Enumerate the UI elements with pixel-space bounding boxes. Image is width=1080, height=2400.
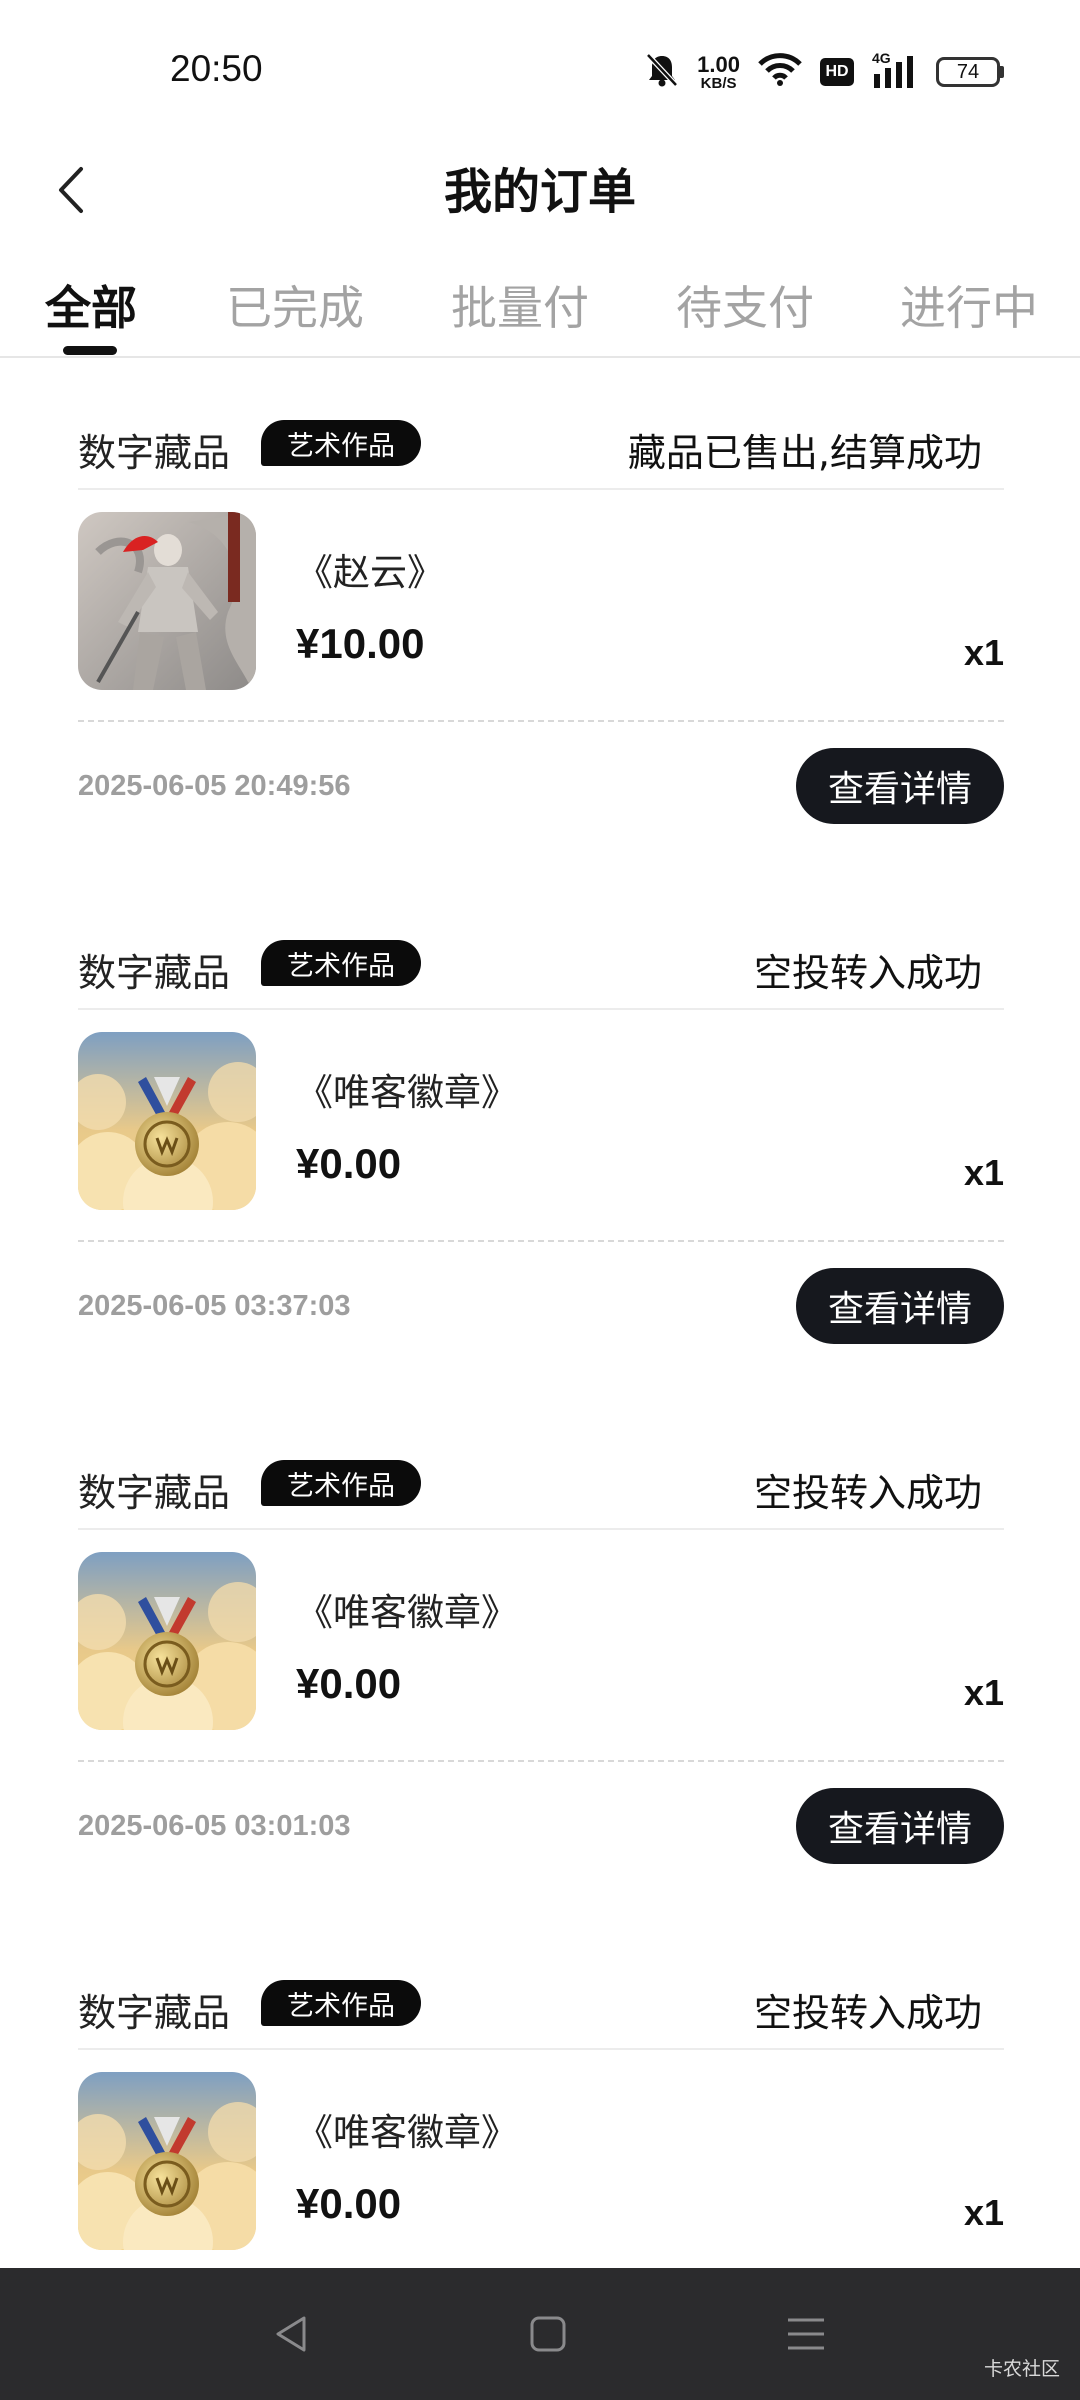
category-tag: 艺术作品 [261, 1980, 421, 2026]
view-details-button[interactable]: 查看详情 [796, 1268, 1004, 1344]
item-thumbnail [78, 2072, 256, 2250]
order-status: 空投转入成功 [753, 1991, 982, 2035]
item-quantity: x1 [963, 1152, 1004, 1193]
status-bar: 20:50 1.00 KB/S HD 4G 74 [0, 0, 1080, 140]
dashed-divider [78, 1240, 1004, 1242]
hd-badge: HD [820, 58, 854, 86]
item-thumbnail [78, 512, 256, 690]
menu-lines-icon [788, 2318, 824, 2350]
tab-in-progress[interactable]: 进行中 [900, 272, 1038, 338]
back-triangle-icon [276, 2316, 306, 2352]
dashed-divider [78, 720, 1004, 722]
net-speed-unit: KB/S [700, 74, 737, 92]
order-card[interactable]: 数字藏品 艺术作品 藏品已售出,结算成功 《赵云》 ¥10.00 x1 2025… [78, 420, 1004, 890]
bell-muted-icon [645, 52, 679, 92]
nav-home-button[interactable] [518, 2304, 578, 2364]
battery-icon: 74 [936, 57, 1004, 87]
order-tabs: 全部 已完成 批量付 待支付 进行中 [0, 262, 1080, 358]
status-time: 20:50 [170, 48, 263, 89]
category-tag: 艺术作品 [261, 420, 421, 466]
dashed-divider [78, 1760, 1004, 1762]
item-price: ¥0.00 [296, 1140, 402, 1187]
system-nav-bar: 卡农社区 [0, 2268, 1080, 2400]
order-item[interactable]: 《唯客徽章》 ¥0.00 x1 [78, 1552, 1004, 1730]
order-category: 数字藏品 [78, 1991, 231, 2035]
category-tag: 艺术作品 [261, 1460, 421, 1506]
order-time: 2025-06-05 03:01:03 [78, 1810, 351, 1842]
item-name: 《唯客徽章》 [296, 1071, 518, 1114]
item-quantity: x1 [963, 1672, 1004, 1713]
tab-pending-payment[interactable]: 待支付 [676, 272, 814, 338]
order-item[interactable]: 《唯客徽章》 ¥0.00 x1 [78, 2072, 1004, 2250]
medal-artwork [78, 2072, 256, 2250]
item-price: ¥10.00 [296, 620, 425, 667]
wifi-icon [758, 53, 802, 91]
order-item[interactable]: 《赵云》 ¥10.00 x1 [78, 512, 1004, 690]
item-quantity: x1 [963, 632, 1004, 673]
category-tag: 艺术作品 [261, 940, 421, 986]
order-card[interactable]: 数字藏品 艺术作品 空投转入成功 [78, 1980, 1004, 2268]
signal-icon: 4G [872, 50, 918, 90]
warrior-artwork [78, 512, 256, 690]
page-title: 我的订单 [443, 164, 636, 220]
item-price: ¥0.00 [296, 2180, 402, 2227]
status-icons: 1.00 KB/S HD 4G 74 [645, 50, 1004, 94]
order-status: 空投转入成功 [753, 951, 982, 995]
battery-level: 74 [936, 57, 1000, 87]
watermark: 卡农社区 [983, 2358, 1060, 2380]
net-speed: 1.00 KB/S [697, 51, 740, 92]
order-status: 空投转入成功 [753, 1471, 982, 1515]
nav-menu-button[interactable] [776, 2304, 836, 2364]
order-time: 2025-06-05 20:49:56 [78, 770, 351, 802]
order-category: 数字藏品 [78, 951, 231, 995]
order-category: 数字藏品 [78, 431, 231, 475]
active-tab-indicator [63, 346, 117, 355]
order-category: 数字藏品 [78, 1471, 231, 1515]
view-details-button[interactable]: 查看详情 [796, 1788, 1004, 1864]
item-thumbnail [78, 1552, 256, 1730]
order-card[interactable]: 数字藏品 艺术作品 空投转入成功 [78, 1460, 1004, 1930]
order-card-header: 数字藏品 艺术作品 空投转入成功 [78, 1980, 1004, 2050]
header: 我的订单 [0, 140, 1080, 250]
item-quantity: x1 [963, 2192, 1004, 2233]
nav-back-button[interactable] [262, 2304, 322, 2364]
tab-batch-pay[interactable]: 批量付 [451, 272, 589, 338]
order-card-header: 数字藏品 艺术作品 空投转入成功 [78, 1460, 1004, 1530]
order-card-header: 数字藏品 艺术作品 空投转入成功 [78, 940, 1004, 1010]
view-details-button[interactable]: 查看详情 [796, 748, 1004, 824]
item-price: ¥0.00 [296, 1660, 402, 1707]
order-item[interactable]: 《唯客徽章》 ¥0.00 x1 [78, 1032, 1004, 1210]
item-name: 《唯客徽章》 [296, 1591, 518, 1634]
item-thumbnail [78, 1032, 256, 1210]
item-name: 《赵云》 [296, 551, 444, 594]
item-name: 《唯客徽章》 [296, 2111, 518, 2154]
medal-artwork [78, 1032, 256, 1210]
order-card[interactable]: 数字藏品 艺术作品 空投转入成功 [78, 940, 1004, 1410]
tab-all[interactable]: 全部 [45, 272, 137, 338]
net-speed-value: 1.00 [697, 51, 740, 77]
order-card-header: 数字藏品 艺术作品 藏品已售出,结算成功 [78, 420, 1004, 490]
home-square-icon [530, 2316, 566, 2352]
order-status: 藏品已售出,结算成功 [627, 431, 982, 475]
order-time: 2025-06-05 03:37:03 [78, 1290, 351, 1322]
medal-artwork [78, 1552, 256, 1730]
tab-completed[interactable]: 已完成 [226, 272, 364, 338]
